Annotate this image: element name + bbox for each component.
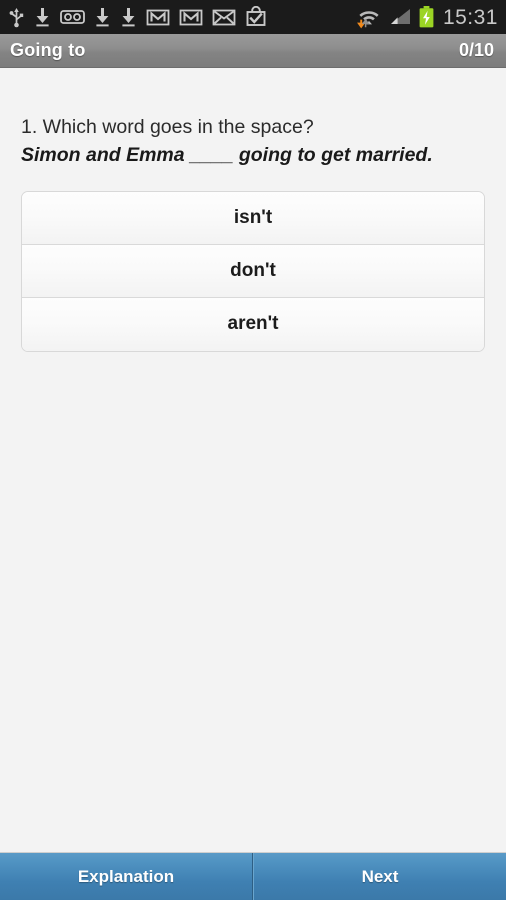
question-prompt: 1. Which word goes in the space?	[21, 116, 314, 138]
question-sentence: Simon and Emma ____ going to get married…	[21, 144, 433, 167]
status-bar-clock: 15:31	[442, 5, 498, 29]
bottom-button-bar: Explanation Next	[0, 852, 506, 900]
gmail-icon	[179, 9, 203, 26]
play-store-icon	[246, 6, 266, 26]
explanation-button[interactable]: Explanation	[0, 853, 253, 900]
question-block: 1. Which word goes in the space? Simon a…	[0, 68, 506, 169]
download-icon	[122, 8, 135, 27]
answer-option-label: aren't	[227, 313, 279, 335]
answer-option-1[interactable]: isn't	[22, 191, 484, 245]
score-counter: 0/10	[458, 40, 494, 60]
battery-charging-icon	[419, 6, 434, 28]
answer-option-2[interactable]: don't	[22, 244, 484, 298]
app-screen: 15:31 Going to 0/10 1. Which word goes i…	[0, 0, 506, 900]
quiz-content: 1. Which word goes in the space? Simon a…	[0, 68, 506, 852]
download-icon	[36, 8, 49, 27]
wifi-transfer-icon	[356, 11, 379, 29]
voicemail-icon	[60, 10, 85, 24]
status-bar-notification-icons	[8, 6, 356, 28]
gmail-icon	[146, 9, 170, 26]
answer-option-label: don't	[230, 259, 276, 281]
answer-option-label: isn't	[233, 206, 273, 228]
email-icon	[212, 9, 236, 26]
cellular-signal-icon	[390, 9, 410, 24]
status-bar: 15:31	[0, 0, 506, 34]
next-button[interactable]: Next	[253, 853, 506, 900]
download-icon	[96, 8, 109, 27]
page-title: Going to	[10, 40, 86, 60]
title-bar: Going to 0/10	[0, 34, 506, 68]
answer-option-3[interactable]: aren't	[22, 297, 484, 351]
status-bar-system-icons: 15:31	[356, 5, 506, 29]
usb-icon	[9, 8, 24, 28]
answer-options-list: isn't don't aren't	[21, 190, 485, 352]
